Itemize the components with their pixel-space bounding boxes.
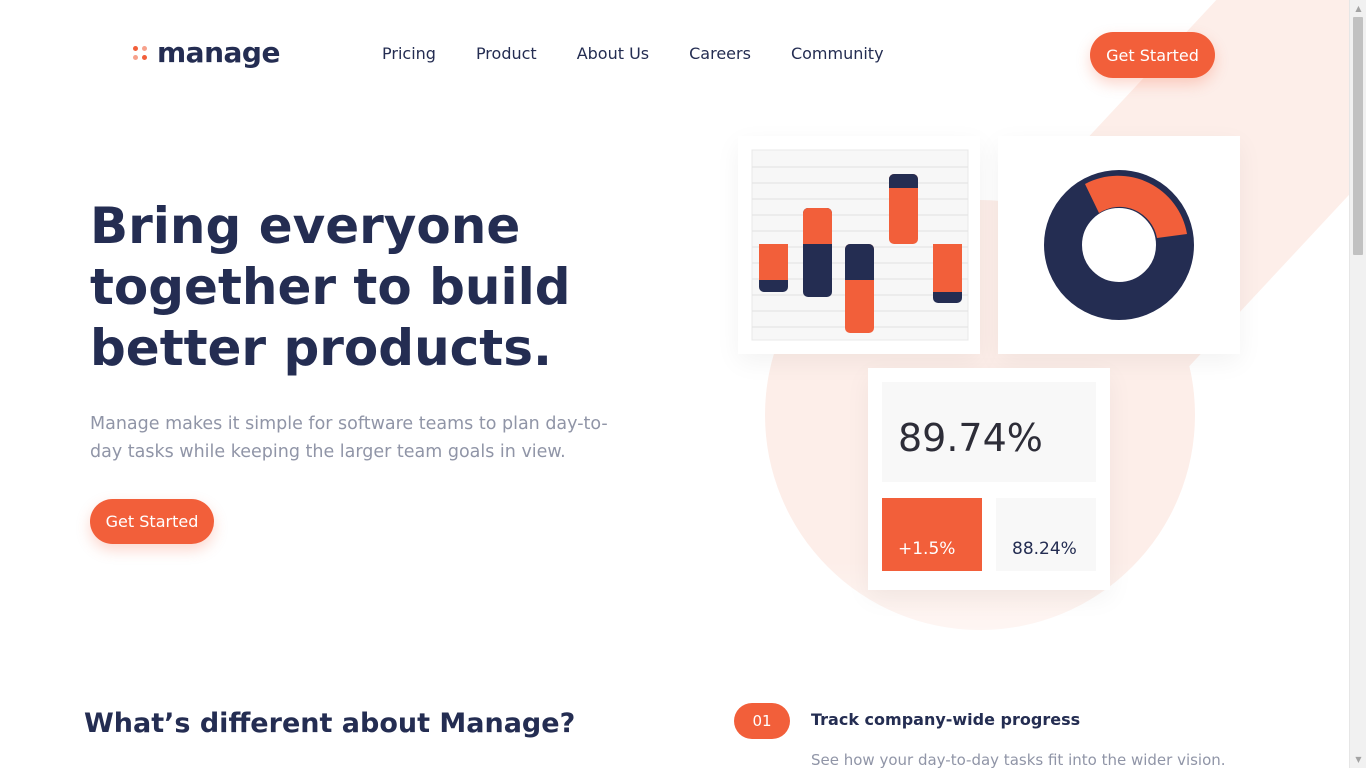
- stat-secondary-value: 88.24%: [1012, 539, 1077, 559]
- logo[interactable]: manage: [133, 36, 280, 69]
- scroll-down-arrow-icon[interactable]: ▼: [1350, 751, 1366, 768]
- stat-change-value: +1.5%: [898, 539, 956, 559]
- hero-title-line: better products.: [90, 319, 552, 377]
- chart-bar: [889, 188, 918, 194]
- nav-item-about-us[interactable]: About Us: [577, 44, 649, 63]
- logo-dot: [142, 45, 147, 51]
- feature-title: Track company-wide progress: [811, 710, 1081, 729]
- feature-description: See how your day-to-day tasks fit into t…: [811, 751, 1226, 768]
- hero-get-started-button[interactable]: Get Started: [90, 499, 214, 544]
- nav-item-careers[interactable]: Careers: [689, 44, 751, 63]
- chart-bar: [933, 244, 962, 292]
- donut-chart-illustration: [1044, 170, 1194, 320]
- bar-chart-illustration: [751, 149, 969, 341]
- nav-item-community[interactable]: Community: [791, 44, 884, 63]
- main-nav: Pricing Product About Us Careers Communi…: [382, 44, 884, 63]
- stats-illustration-card: 89.74% +1.5% 88.24%: [868, 368, 1110, 590]
- hero-title-line: together to build: [90, 258, 571, 316]
- logo-dot: [133, 45, 138, 51]
- section-title: What’s different about Manage?: [84, 708, 576, 739]
- logo-text: manage: [157, 36, 280, 69]
- bar-chart-illustration-card: [738, 136, 980, 354]
- hero-background: [0, 0, 1349, 768]
- logo-dot: [142, 54, 147, 60]
- hero-title-line: Bring everyone: [90, 197, 521, 255]
- chart-bar: [759, 244, 788, 280]
- scroll-up-arrow-icon[interactable]: ▲: [1350, 0, 1366, 17]
- stat-main-value: 89.74%: [898, 416, 1043, 460]
- feature-number-badge: 01: [734, 703, 790, 739]
- chart-bar: [845, 272, 874, 280]
- header-get-started-button[interactable]: Get Started: [1090, 32, 1215, 78]
- scroll-thumb[interactable]: [1353, 17, 1363, 255]
- stat-secondary-tile: 88.24%: [996, 498, 1096, 571]
- stat-main-tile: 89.74%: [882, 382, 1096, 482]
- vertical-scrollbar[interactable]: ▲ ▼: [1349, 0, 1366, 768]
- logo-dot: [133, 54, 138, 60]
- hero-title: Bring everyone together to build better …: [90, 196, 571, 379]
- stat-change-tile: +1.5%: [882, 498, 982, 571]
- logo-dots-icon: [133, 45, 147, 60]
- background-fade: [740, 560, 1300, 768]
- nav-item-pricing[interactable]: Pricing: [382, 44, 436, 63]
- chart-bar: [803, 236, 832, 244]
- nav-item-product[interactable]: Product: [476, 44, 537, 63]
- donut-chart-illustration-card: [998, 136, 1240, 354]
- donut-segment: [1085, 175, 1187, 238]
- hero-subtitle: Manage makes it simple for software team…: [90, 414, 608, 462]
